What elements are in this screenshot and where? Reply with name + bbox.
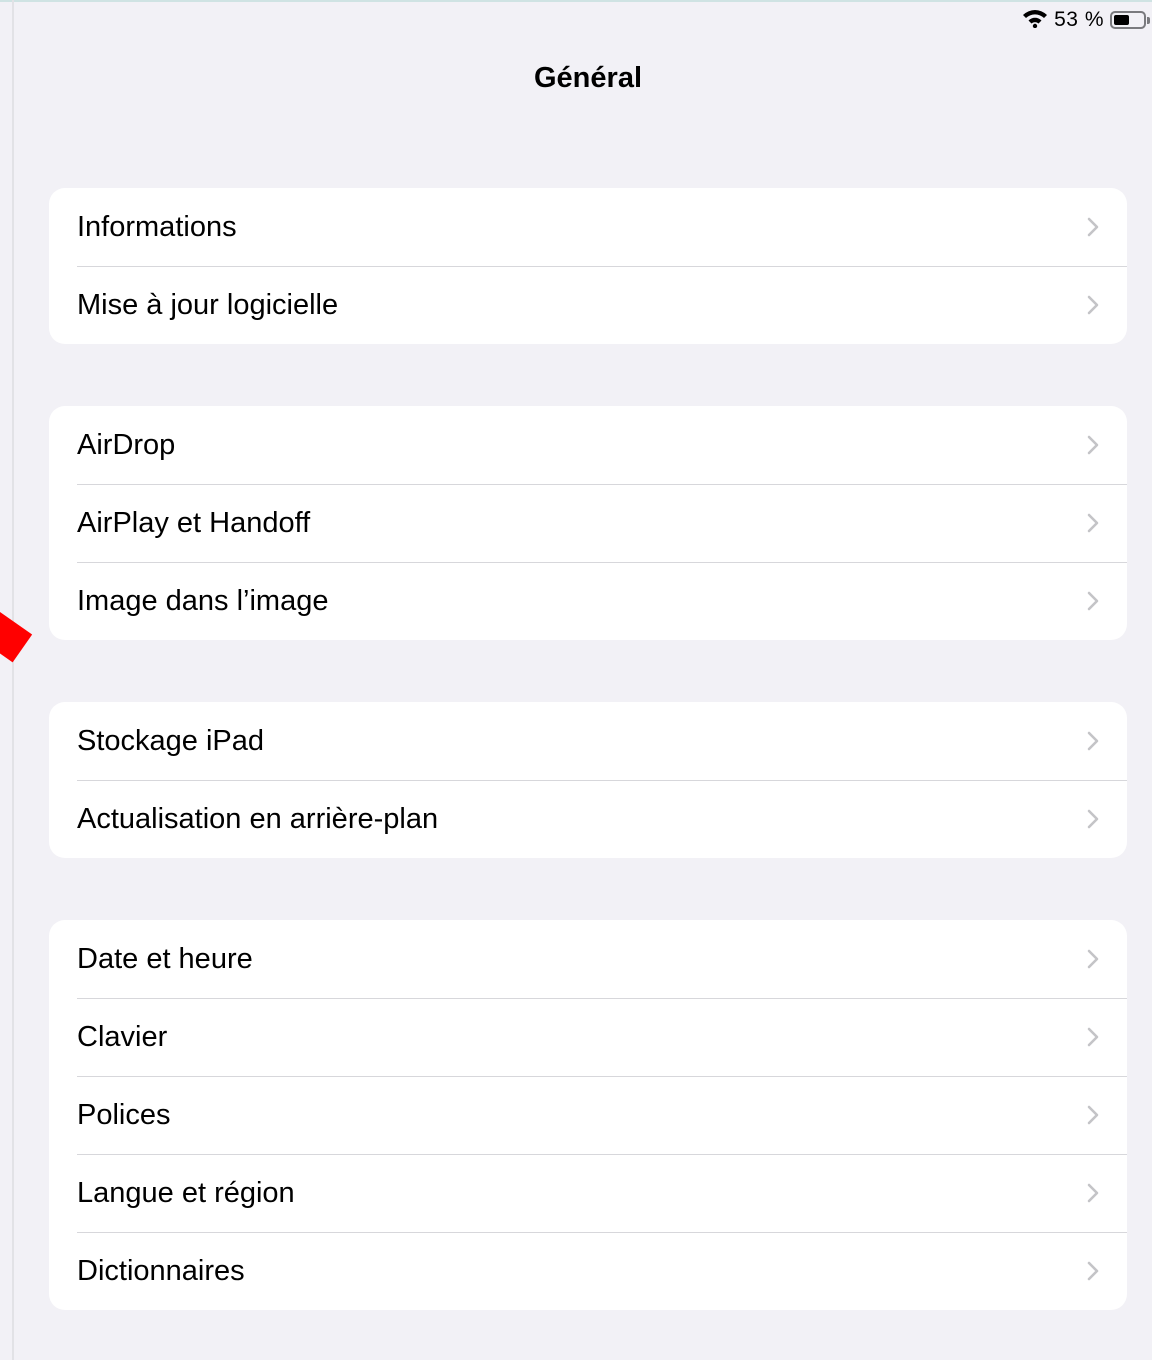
chevron-right-icon: [1087, 513, 1099, 533]
row-background-refresh[interactable]: Actualisation en arrière-plan: [49, 780, 1127, 858]
chevron-right-icon: [1087, 1105, 1099, 1125]
row-label: Date et heure: [77, 942, 253, 975]
row-ipad-storage[interactable]: Stockage iPad: [49, 702, 1127, 780]
row-label: Clavier: [77, 1020, 168, 1053]
row-label: Image dans l’image: [77, 584, 329, 617]
chevron-right-icon: [1087, 1183, 1099, 1203]
row-keyboard[interactable]: Clavier: [49, 998, 1127, 1076]
row-label: Polices: [77, 1098, 171, 1131]
row-fonts[interactable]: Polices: [49, 1076, 1127, 1154]
settings-group-about: Informations Mise à jour logicielle: [49, 188, 1127, 344]
battery-percentage: 53 %: [1054, 8, 1104, 31]
split-view-divider: [12, 0, 14, 1360]
chevron-right-icon: [1087, 217, 1099, 237]
row-dictionaries[interactable]: Dictionnaires: [49, 1232, 1127, 1310]
row-label: Dictionnaires: [77, 1254, 245, 1287]
chevron-right-icon: [1087, 809, 1099, 829]
row-software-update[interactable]: Mise à jour logicielle: [49, 266, 1127, 344]
row-label: Informations: [77, 210, 237, 243]
red-pointer-marker: [0, 611, 33, 663]
chevron-right-icon: [1087, 591, 1099, 611]
row-picture-in-picture[interactable]: Image dans l’image: [49, 562, 1127, 640]
row-airdrop[interactable]: AirDrop: [49, 406, 1127, 484]
chevron-right-icon: [1087, 949, 1099, 969]
chevron-right-icon: [1087, 1027, 1099, 1047]
row-language-region[interactable]: Langue et région: [49, 1154, 1127, 1232]
battery-icon: [1110, 11, 1150, 29]
row-label: Actualisation en arrière-plan: [77, 802, 439, 835]
row-label: Langue et région: [77, 1176, 295, 1209]
page-title: Général: [534, 62, 642, 94]
row-label: AirPlay et Handoff: [77, 506, 311, 539]
settings-group-regional: Date et heure Clavier Polices Langue et …: [49, 920, 1127, 1310]
settings-group-connectivity: AirDrop AirPlay et Handoff Image dans l’…: [49, 406, 1127, 640]
wifi-icon: [1022, 8, 1048, 33]
chevron-right-icon: [1087, 435, 1099, 455]
battery-level-fill: [1114, 15, 1129, 25]
status-bar: 53 %: [1022, 6, 1150, 34]
row-informations[interactable]: Informations: [49, 188, 1127, 266]
row-airplay-handoff[interactable]: AirPlay et Handoff: [49, 484, 1127, 562]
row-label: Mise à jour logicielle: [77, 288, 339, 321]
row-date-time[interactable]: Date et heure: [49, 920, 1127, 998]
row-label: Stockage iPad: [77, 724, 265, 757]
chevron-right-icon: [1087, 1261, 1099, 1281]
settings-group-storage: Stockage iPad Actualisation en arrière-p…: [49, 702, 1127, 858]
top-edge-line: [0, 0, 1152, 2]
chevron-right-icon: [1087, 731, 1099, 751]
row-label: AirDrop: [77, 428, 176, 461]
chevron-right-icon: [1087, 295, 1099, 315]
